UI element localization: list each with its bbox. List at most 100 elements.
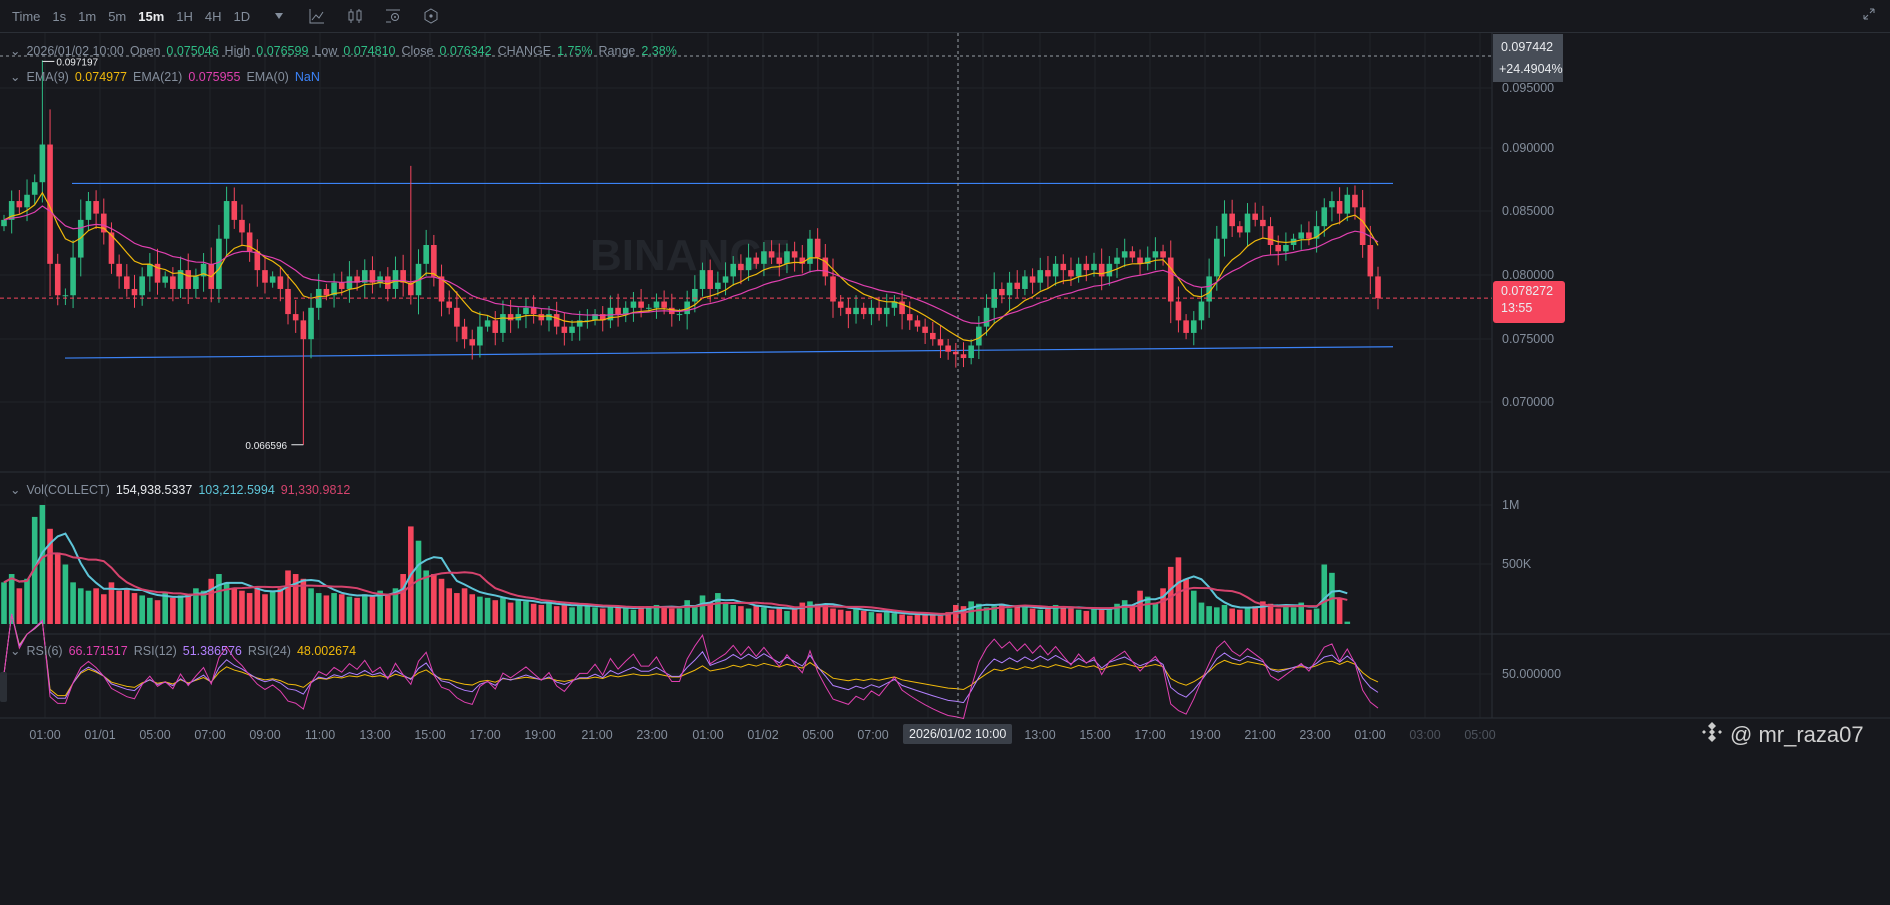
candle-body <box>968 345 974 359</box>
candle-body <box>960 354 967 359</box>
volume-bar <box>761 607 767 624</box>
crosshair-time-tag: 2026/01/02 10:00 <box>903 724 1013 744</box>
volume-bar <box>454 593 460 624</box>
candle-body <box>246 232 253 252</box>
candle-body <box>645 307 652 309</box>
volume-bar <box>837 609 844 624</box>
volume-bar <box>1229 608 1235 624</box>
collapse-chevron-icon[interactable]: ⌄ <box>10 69 20 84</box>
candle-body <box>323 288 330 296</box>
candle-body <box>285 288 291 315</box>
candle-body <box>692 288 698 302</box>
volume-label: Vol(COLLECT) <box>26 482 110 497</box>
candle-body <box>1091 263 1097 271</box>
volume-ma1-value: 103,212.5994 <box>198 482 275 497</box>
timeframe-1s[interactable]: 1s <box>52 9 66 24</box>
indicators-icon[interactable] <box>308 7 326 25</box>
volume-bar <box>899 614 905 624</box>
chart-canvas[interactable]: BINANCE0.0950000.0900000.0850000.0800000… <box>0 33 1890 905</box>
volume-bar <box>692 606 698 624</box>
volume-legend[interactable]: ⌄ Vol(COLLECT) 154,938.5337 103,212.5994… <box>10 482 350 498</box>
candle-body <box>31 182 38 195</box>
close-label: Close <box>401 43 434 58</box>
volume-bar <box>1252 606 1258 624</box>
timeframe-time[interactable]: Time <box>12 9 40 24</box>
close-value: 0.076342 <box>439 43 492 58</box>
chart-settings-icon[interactable] <box>384 7 402 25</box>
price-axis-label: 0.095000 <box>1502 81 1554 95</box>
volume-bar <box>331 593 337 624</box>
candle-body <box>983 307 990 327</box>
more-timeframes-dropdown-icon[interactable] <box>270 7 288 25</box>
volume-bar <box>1306 609 1312 624</box>
volume-bar <box>1106 608 1113 624</box>
candle-body <box>1267 226 1274 245</box>
time-axis-label: 01/01 <box>84 728 115 742</box>
candle-body <box>1359 207 1366 245</box>
collapse-chevron-icon[interactable]: ⌄ <box>10 643 20 658</box>
candle-body <box>1152 251 1159 258</box>
time-axis-label: 03:00 <box>1409 728 1440 742</box>
legend-datetime: 2026/01/02 10:00 <box>26 43 124 58</box>
ema0-value: NaN <box>294 69 320 84</box>
candle-body <box>239 219 245 233</box>
volume-bar <box>292 574 299 624</box>
drawing-tools-icon[interactable] <box>422 7 440 25</box>
candle-body <box>853 307 859 315</box>
rsi-legend[interactable]: ⌄ RSI(6) 66.171517 RSI(12) 51.386576 RSI(2… <box>10 643 356 659</box>
volume-bar <box>684 600 690 624</box>
timeframe-4h[interactable]: 4H <box>205 9 222 24</box>
volume-bar <box>262 594 268 624</box>
candle-body <box>1190 320 1197 333</box>
volume-bar <box>177 595 184 624</box>
volume-bar <box>1006 608 1013 624</box>
candle-body <box>1175 301 1182 321</box>
timeframe-15m[interactable]: 15m <box>138 9 164 24</box>
time-axis-label: 01/02 <box>747 728 778 742</box>
volume-bar <box>354 597 360 624</box>
candle-body <box>223 201 230 239</box>
ohlc-legend: ⌄ 2026/01/02 10:00 Open 0.075046 High 0.07… <box>10 43 677 59</box>
collapse-chevron-icon[interactable]: ⌄ <box>10 43 20 58</box>
range-value: 2.38% <box>641 43 677 58</box>
chart-type-candles-icon[interactable] <box>346 7 364 25</box>
candle-body <box>24 194 30 208</box>
toolbar: Time 1s 1m 5m 15m 1H 4H 1D <box>0 0 1890 33</box>
candle-body <box>492 320 499 333</box>
timeframe-1m[interactable]: 1m <box>78 9 96 24</box>
candle-body <box>761 251 767 264</box>
volume-bar <box>492 600 499 624</box>
rsi12-label: RSI(12) <box>133 643 177 658</box>
candle-body <box>308 307 314 340</box>
volume-bar <box>85 590 92 624</box>
volume-bar <box>1344 621 1351 624</box>
candle-body <box>906 314 913 321</box>
candle-body <box>1160 251 1166 258</box>
price-axis-label: 0.090000 <box>1502 141 1554 155</box>
volume-bar <box>707 602 713 624</box>
candle-body <box>16 201 23 208</box>
high-value: 0.076599 <box>256 43 309 58</box>
volume-bar <box>1190 590 1197 624</box>
collapse-chevron-icon[interactable]: ⌄ <box>10 482 20 497</box>
low-value: 0.074810 <box>343 43 396 58</box>
ema-legend[interactable]: ⌄ EMA(9) 0.074977 EMA(21) 0.075955 EMA(0) N… <box>10 69 320 85</box>
candle-body <box>54 263 61 296</box>
candle-body <box>1229 213 1235 227</box>
candle-body <box>70 257 76 296</box>
timeframe-5m[interactable]: 5m <box>108 9 126 24</box>
volume-bar <box>231 588 238 624</box>
timeframe-1d[interactable]: 1D <box>234 9 251 24</box>
time-axis-label: 19:00 <box>1189 728 1220 742</box>
fullscreen-icon[interactable] <box>1862 7 1876 24</box>
volume-bar <box>1214 607 1220 624</box>
timeframe-1h[interactable]: 1H <box>176 9 193 24</box>
volume-bar <box>515 600 522 624</box>
volume-bar <box>39 505 46 624</box>
volume-bar <box>500 597 506 624</box>
volume-bar <box>62 564 69 624</box>
candle-body <box>1075 263 1082 277</box>
rsi-axis-label: 50.000000 <box>1502 667 1561 681</box>
volume-bar <box>1045 607 1051 624</box>
volume-bar <box>530 603 537 624</box>
